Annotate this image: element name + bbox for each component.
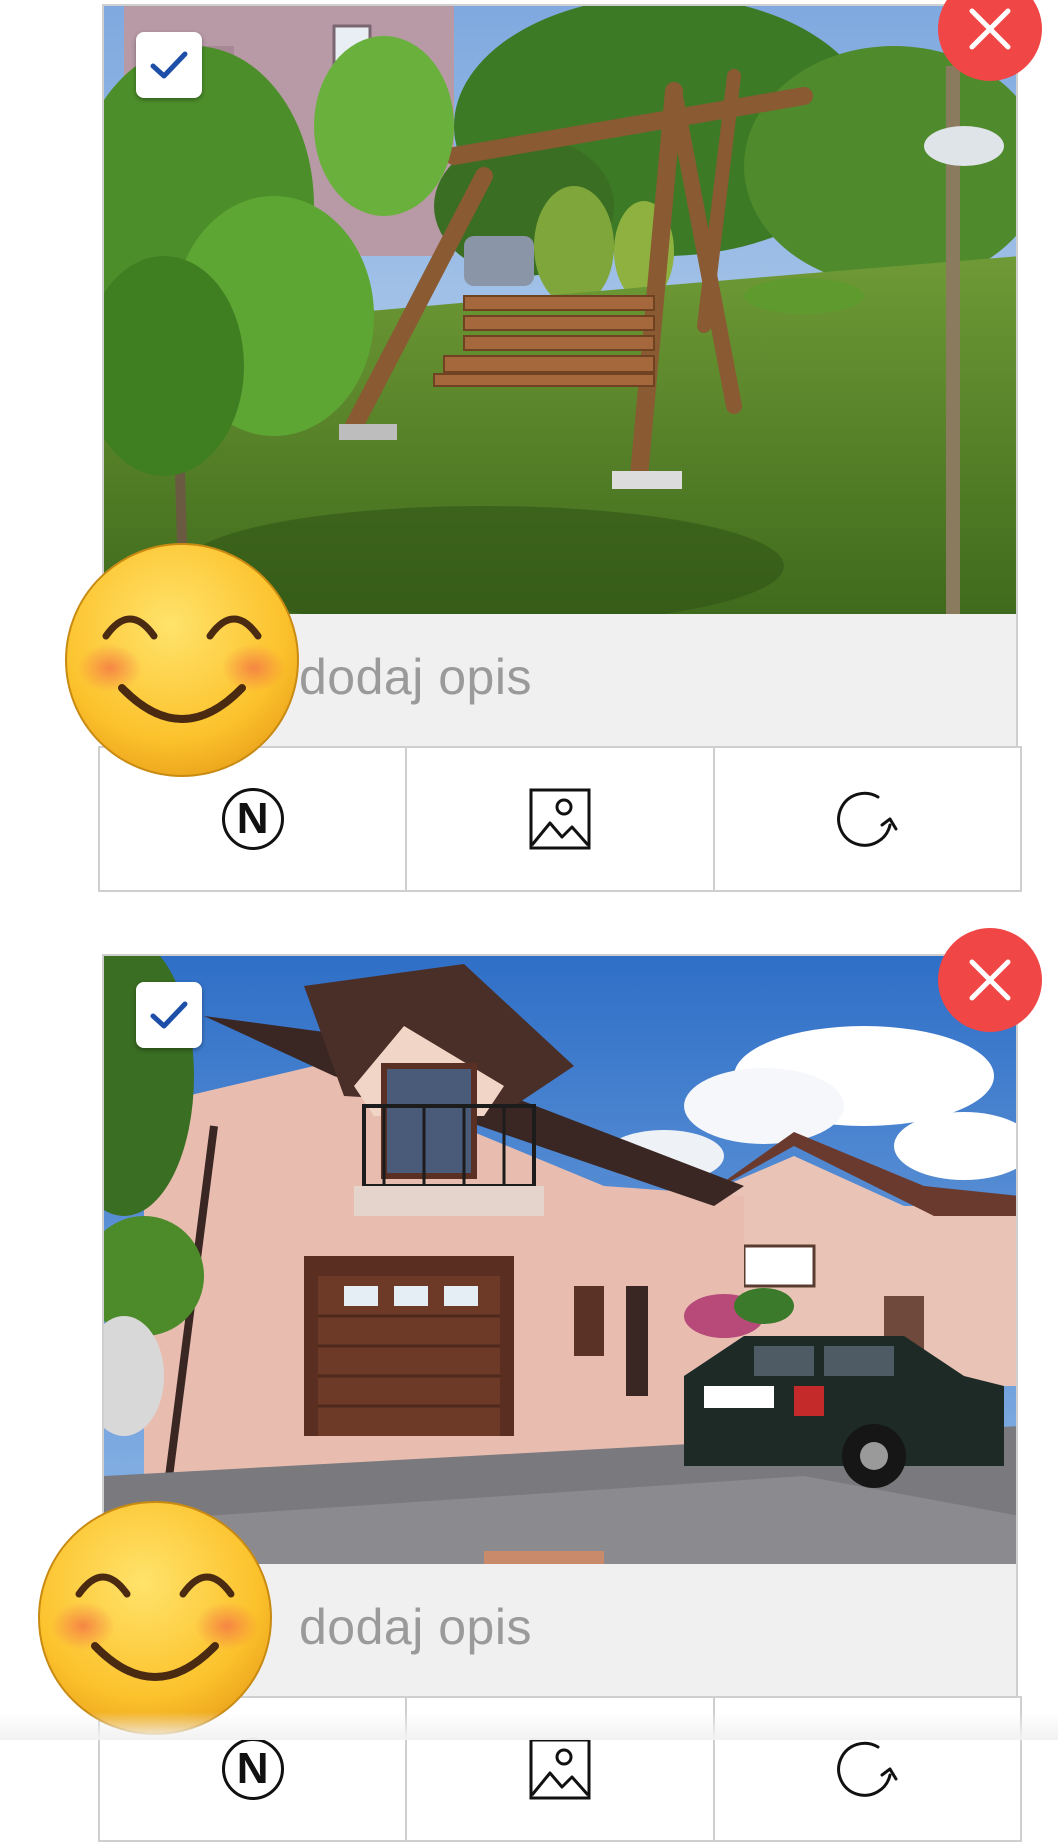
checkmark-icon xyxy=(150,1001,188,1029)
bottom-fade xyxy=(0,1712,1058,1740)
close-icon xyxy=(969,8,1011,50)
photo-card-2: dodaj opis N xyxy=(0,928,1058,1842)
rotate-icon xyxy=(837,1741,898,1797)
garden-swing-image xyxy=(104,6,1016,614)
image-icon xyxy=(529,1738,591,1800)
description-placeholder: dodaj opis xyxy=(299,1599,532,1655)
rotate-icon xyxy=(837,791,898,847)
photo-house-exterior[interactable] xyxy=(102,954,1018,1564)
description-placeholder: dodaj opis xyxy=(299,649,532,705)
checkmark-icon xyxy=(150,51,188,79)
select-checkbox[interactable] xyxy=(136,982,202,1048)
smiling-face-emoji xyxy=(65,543,299,777)
smiling-face-emoji xyxy=(38,1501,272,1735)
n-badge-icon: N xyxy=(221,788,284,850)
image-icon xyxy=(529,788,591,850)
photo-garden-swing[interactable] xyxy=(102,4,1018,614)
close-icon xyxy=(969,959,1011,1001)
select-checkbox[interactable] xyxy=(136,32,202,98)
set-cover-image-button[interactable] xyxy=(407,748,715,890)
house-exterior-image xyxy=(104,956,1016,1564)
n-badge-icon: N xyxy=(221,1738,284,1800)
rotate-button[interactable] xyxy=(715,748,1020,890)
photo-card-1: dodaj opis N xyxy=(0,0,1058,900)
remove-photo-button[interactable] xyxy=(938,928,1042,1032)
